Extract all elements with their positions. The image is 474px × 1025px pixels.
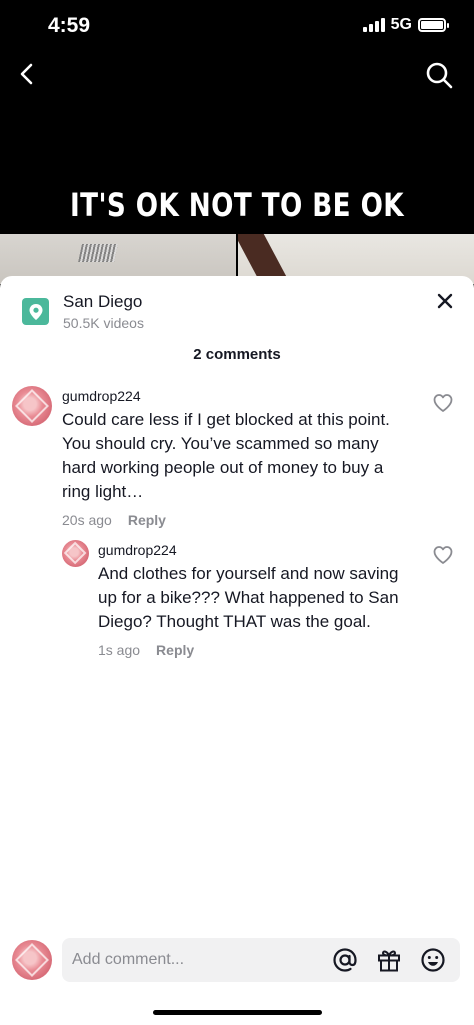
- comment-input-box[interactable]: [62, 938, 460, 982]
- avatar[interactable]: [62, 540, 89, 567]
- avatar: [12, 940, 52, 980]
- location-link[interactable]: San Diego 50.5K videos: [22, 292, 144, 331]
- search-button[interactable]: [424, 60, 454, 90]
- like-button[interactable]: [432, 392, 454, 414]
- comment-username[interactable]: gumdrop224: [98, 542, 418, 558]
- network-label: 5G: [390, 16, 412, 33]
- heart-icon: [433, 394, 453, 412]
- video-overlay-text: IT'S OK NOT TO BE OK: [69, 186, 405, 224]
- comment-time: 1s ago: [98, 642, 141, 658]
- location-pin-icon: [22, 298, 49, 325]
- avatar[interactable]: [12, 386, 52, 426]
- back-button[interactable]: [14, 60, 42, 88]
- battery-icon: [418, 18, 449, 32]
- signal-icon: [362, 18, 385, 32]
- emoji-icon: [421, 948, 445, 972]
- comment-input[interactable]: [72, 938, 322, 982]
- emoji-button[interactable]: [420, 947, 446, 973]
- close-button[interactable]: [434, 290, 456, 312]
- mention-button[interactable]: [332, 947, 358, 973]
- chevron-left-icon: [20, 63, 33, 85]
- heart-icon: [433, 546, 453, 564]
- location-video-count: 50.5K videos: [63, 315, 144, 331]
- reply-button[interactable]: Reply: [156, 642, 194, 658]
- comments-count: 2 comments: [193, 346, 281, 363]
- status-bar: 4:59 5G: [0, 0, 474, 52]
- reply-button[interactable]: Reply: [128, 512, 166, 528]
- location-name: San Diego: [63, 292, 143, 311]
- video-area[interactable]: 4:59 5G IT'S OK NOT TO BE OK: [0, 0, 474, 300]
- gift-icon: [378, 950, 400, 972]
- search-icon: [426, 62, 453, 89]
- gift-button[interactable]: [376, 947, 402, 973]
- home-indicator: [153, 1010, 322, 1015]
- comment-username[interactable]: gumdrop224: [62, 388, 407, 404]
- at-icon: [333, 948, 357, 972]
- comment-composer: [0, 938, 474, 998]
- status-time: 4:59: [48, 14, 91, 37]
- comment-time: 20s ago: [62, 512, 112, 528]
- comment-text: And clothes for yourself and now saving …: [98, 564, 399, 631]
- close-icon: [437, 293, 453, 309]
- status-icons: 5G: [362, 16, 449, 34]
- comment-text: Could care less if I get blocked at this…: [62, 410, 390, 501]
- comments-sheet: San Diego 50.5K videos 2 comments gumdro…: [0, 276, 474, 1025]
- like-button[interactable]: [432, 544, 454, 566]
